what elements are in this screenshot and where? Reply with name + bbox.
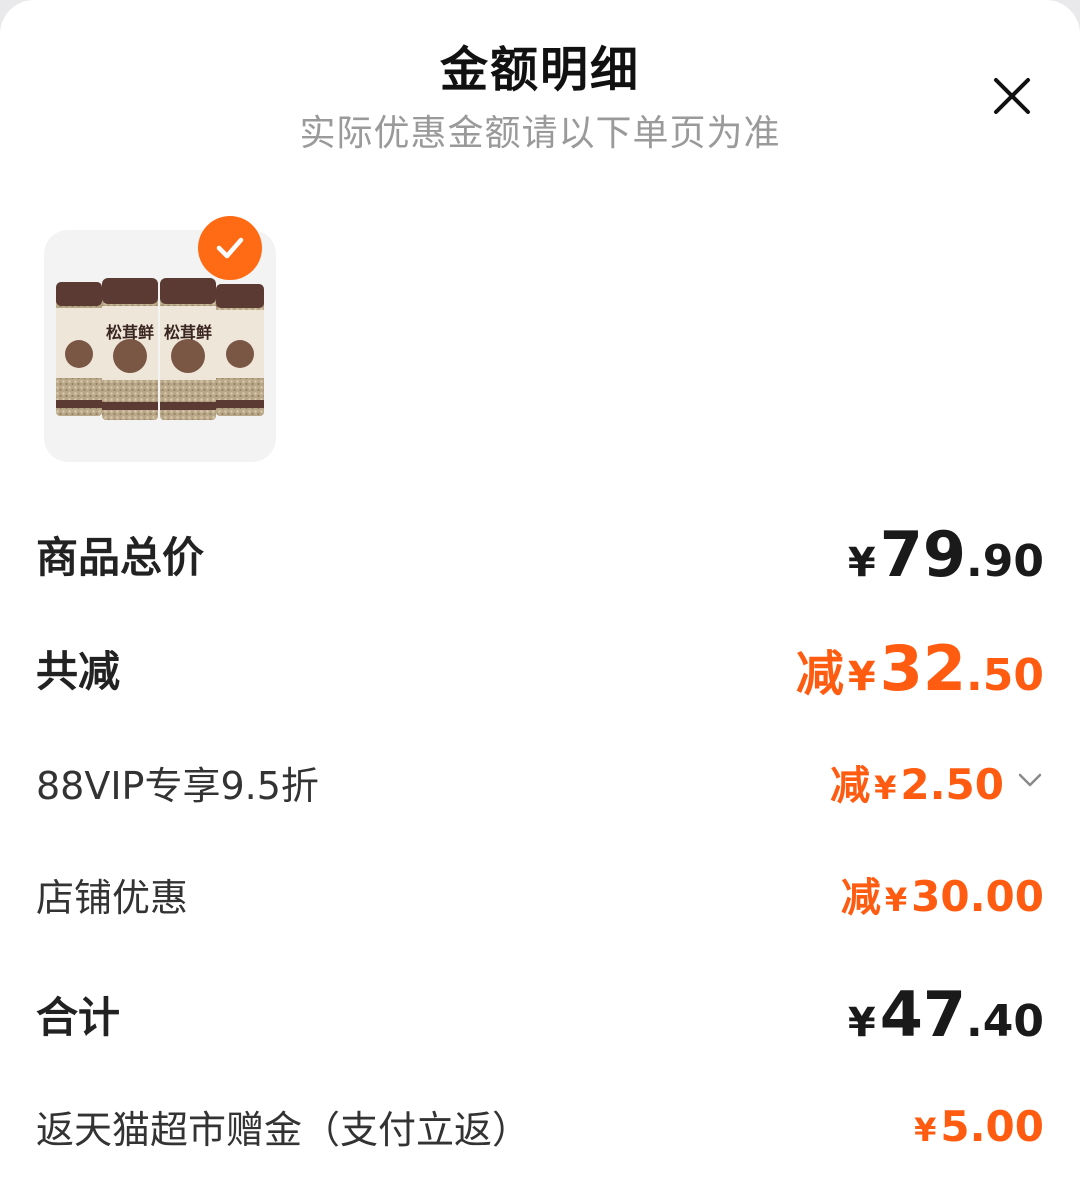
chevron-down-icon[interactable] bbox=[1016, 770, 1044, 794]
row-cashback: 返天猫超市赠金（支付立返） ¥ 5 .00 bbox=[36, 1098, 1044, 1154]
vip-discount-amount: 减 ¥ 2 .50 bbox=[830, 753, 1044, 811]
selected-check-badge[interactable] bbox=[198, 216, 262, 280]
product-label-2: 松茸鲜 bbox=[106, 323, 154, 342]
minus-prefix: 减 bbox=[840, 875, 881, 921]
row-shop-discount: 店铺优惠 减 ¥ 30 .00 bbox=[36, 866, 1044, 922]
amount-integer: 5 bbox=[940, 1101, 970, 1151]
currency-symbol: ¥ bbox=[847, 539, 876, 586]
sheet-title: 金额明细 bbox=[439, 42, 640, 98]
subtotal-label: 商品总价 bbox=[36, 532, 205, 582]
shop-discount-label: 店铺优惠 bbox=[36, 875, 189, 920]
amount-integer: 79 bbox=[879, 517, 967, 591]
amount-decimal: .40 bbox=[966, 995, 1044, 1047]
vip-discount-label: 88VIP专享9.5折 bbox=[36, 763, 319, 808]
cashback-label: 返天猫超市赠金（支付立返） bbox=[36, 1107, 531, 1152]
product-label-3: 松茸鲜 bbox=[164, 323, 212, 342]
minus-prefix: 减 bbox=[795, 645, 844, 702]
discount-total-amount: 减 ¥ 32 .50 bbox=[796, 632, 1044, 705]
currency-symbol: ¥ bbox=[914, 1110, 937, 1149]
close-button[interactable] bbox=[986, 70, 1038, 122]
currency-symbol: ¥ bbox=[884, 881, 908, 919]
total-amount: ¥ 47 .40 bbox=[848, 978, 1044, 1051]
shop-discount-amount: 减 ¥ 30 .00 bbox=[841, 865, 1044, 923]
minus-prefix: 减 bbox=[830, 763, 871, 809]
row-total: 合计 ¥ 47 .40 bbox=[36, 978, 1044, 1051]
amount-decimal: .50 bbox=[929, 760, 1004, 809]
amount-integer: 47 bbox=[879, 977, 967, 1051]
sheet-subtitle: 实际优惠金额请以下单页为准 bbox=[299, 113, 781, 154]
currency-symbol: ¥ bbox=[847, 653, 876, 700]
amount-integer: 32 bbox=[879, 631, 967, 705]
subtotal-amount: ¥ 79 .90 bbox=[848, 518, 1044, 591]
row-subtotal: 商品总价 ¥ 79 .90 bbox=[36, 518, 1044, 591]
amount-decimal: .50 bbox=[966, 649, 1044, 701]
row-vip-discount[interactable]: 88VIP专享9.5折 减 ¥ 2 .50 bbox=[36, 754, 1044, 810]
currency-symbol: ¥ bbox=[874, 769, 897, 807]
check-icon bbox=[216, 237, 244, 259]
discount-total-label: 共减 bbox=[36, 646, 121, 696]
amount-integer: 2 bbox=[900, 760, 930, 809]
amount-decimal: .00 bbox=[969, 1101, 1044, 1151]
amount-integer: 30 bbox=[911, 872, 970, 921]
cashback-amount: ¥ 5 .00 bbox=[914, 1102, 1044, 1151]
close-icon bbox=[994, 78, 1030, 114]
amount-detail-sheet: 金额明细 实际优惠金额请以下单页为准 松茸鲜 松茸鲜 商品总价 ¥ 79 .90… bbox=[0, 0, 1080, 1193]
amount-decimal: .00 bbox=[969, 872, 1044, 921]
row-discount-total: 共减 减 ¥ 32 .50 bbox=[36, 632, 1044, 705]
amount-decimal: .90 bbox=[966, 535, 1044, 587]
currency-symbol: ¥ bbox=[847, 999, 876, 1046]
total-label: 合计 bbox=[36, 992, 121, 1042]
